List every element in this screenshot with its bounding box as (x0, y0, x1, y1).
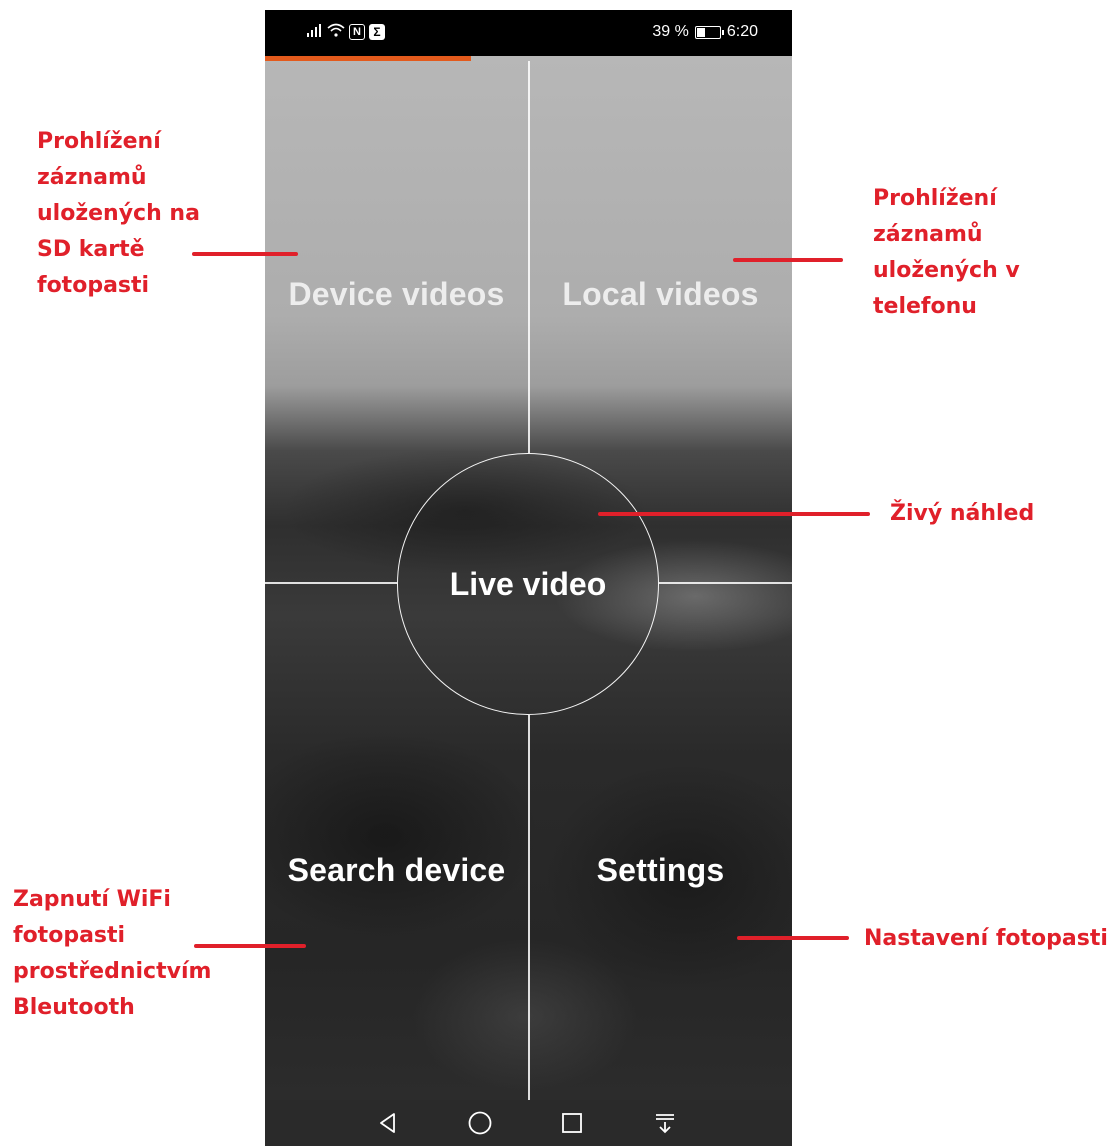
clock: 6:20 (726, 23, 758, 40)
annotation-line: telefonu (873, 294, 977, 319)
annotation-sd-card: Prohlížení záznamů uložených na SD kartě… (37, 124, 237, 304)
settings-label: Settings (596, 851, 725, 888)
annotation-line: Bleutooth (13, 995, 135, 1020)
divider-left (265, 582, 397, 584)
annotation-line: uložených v (873, 258, 1020, 283)
status-bar: N Σ 39 % 6:20 (265, 10, 792, 56)
sigma-icon: Σ (369, 24, 385, 40)
leader-settings (737, 936, 849, 940)
navigation-bar (265, 1100, 792, 1146)
wifi-icon (327, 23, 345, 41)
annotation-line: záznamů (37, 165, 147, 190)
live-video-label: Live video (449, 565, 607, 602)
annotation-line: záznamů (873, 222, 983, 247)
divider-right (659, 582, 792, 584)
local-videos-label: Local videos (562, 275, 759, 312)
leader-wifi (194, 944, 306, 948)
annotation-live: Živý náhled (890, 496, 1100, 532)
annotation-line: Prohlížení (37, 129, 161, 154)
leader-sd-card (192, 252, 298, 256)
live-video-button[interactable]: Live video (397, 453, 659, 715)
annotation-settings: Nastavení fotopasti (864, 921, 1109, 957)
notifications-down-icon[interactable] (647, 1106, 683, 1140)
annotation-line: SD kartě (37, 237, 145, 262)
annotation-line: Zapnutí WiFi (13, 887, 171, 912)
annotation-line: fotopasti (13, 923, 126, 948)
annotation-line: fotopasti (37, 273, 150, 298)
device-videos-label: Device videos (288, 275, 505, 312)
nfc-icon: N (349, 24, 365, 40)
annotation-line: uložených na (37, 201, 200, 226)
annotation-wifi: Zapnutí WiFi fotopasti prostřednictvím B… (13, 882, 253, 1026)
annotation-line: prostřednictvím (13, 959, 212, 984)
annotation-line: Prohlížení (873, 186, 997, 211)
search-device-label: Search device (287, 851, 506, 888)
battery-icon (694, 25, 724, 39)
status-icons: N Σ (307, 23, 385, 41)
back-icon[interactable] (370, 1106, 406, 1140)
recents-icon[interactable] (554, 1106, 590, 1140)
home-icon[interactable] (462, 1106, 498, 1140)
leader-live (598, 512, 870, 516)
status-right: 39 % 6:20 (652, 23, 758, 41)
phone-screen: N Σ 39 % 6:20 Device videos Local videos… (265, 10, 792, 1146)
battery-percent: 39 % (652, 23, 689, 40)
annotation-line: Nastavení fotopasti (864, 926, 1108, 951)
leader-phone (733, 258, 843, 262)
annotation-phone: Prohlížení záznamů uložených v telefonu (873, 181, 1103, 325)
signal-icon (307, 23, 323, 41)
annotation-line: Živý náhled (890, 501, 1035, 526)
